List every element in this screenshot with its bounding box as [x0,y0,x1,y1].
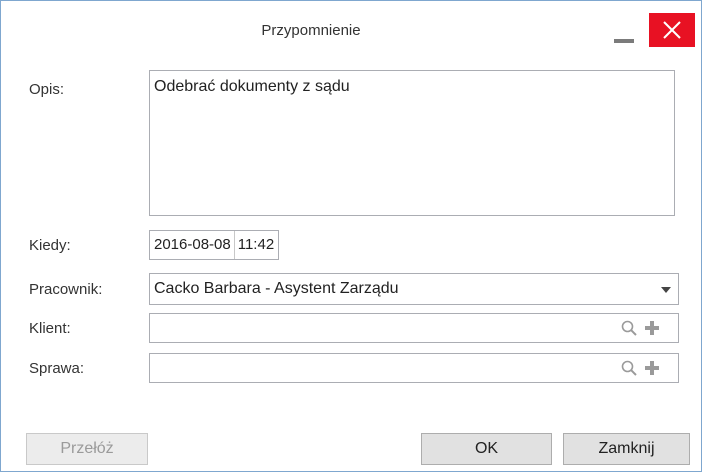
client-input[interactable] [150,314,616,342]
chevron-down-icon[interactable] [661,287,671,293]
employee-label: Pracownik: [29,281,103,298]
close-icon [663,21,681,39]
datetime-field: 2016-08-08 11:42 [149,230,280,260]
when-label: Kiedy: [29,237,71,254]
client-label: Klient: [29,320,71,337]
reminder-dialog: Przypomnienie Opis: Odebrać dokumenty z … [0,0,702,472]
employee-select[interactable]: Cacko Barbara - Asystent Zarządu [149,273,679,305]
plus-icon[interactable] [644,320,660,336]
search-icon[interactable] [621,360,637,376]
description-label: Opis: [29,81,65,98]
close-button[interactable] [649,13,695,47]
title-bar: Przypomnienie [1,1,701,57]
case-field [149,353,679,383]
search-icon[interactable] [621,320,637,336]
close-dialog-button[interactable]: Zamknij [563,433,690,465]
case-input[interactable] [150,354,616,382]
description-textarea[interactable]: Odebrać dokumenty z sądu [149,70,675,216]
postpone-button[interactable]: Przełóż [26,433,148,465]
plus-icon[interactable] [644,360,660,376]
minimize-button[interactable] [610,17,638,45]
date-input[interactable]: 2016-08-08 [150,231,234,259]
description-text: Odebrać dokumenty z sądu [154,78,350,95]
case-label: Sprawa: [29,360,85,377]
minimize-icon [614,39,634,43]
dialog-title: Przypomnienie [261,22,361,39]
employee-selected-value: Cacko Barbara - Asystent Zarządu [154,280,399,297]
time-input[interactable]: 11:42 [235,231,278,259]
client-field [149,313,679,343]
ok-button[interactable]: OK [421,433,552,465]
